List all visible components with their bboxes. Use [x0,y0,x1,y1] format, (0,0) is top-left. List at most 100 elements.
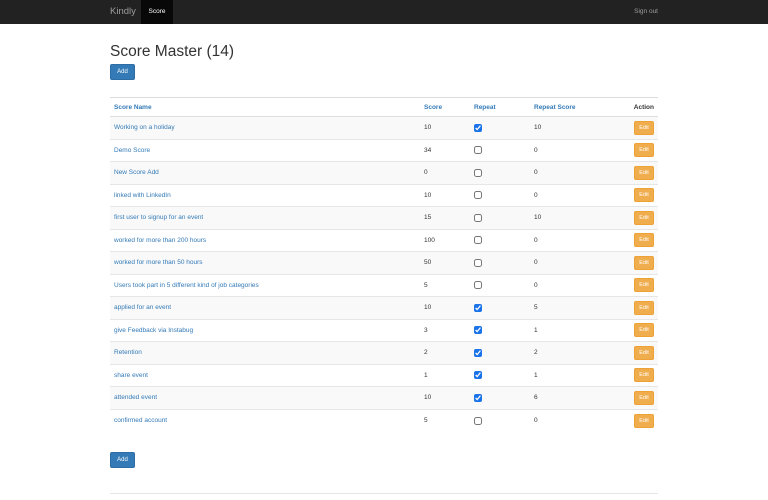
header-repeat[interactable]: Repeat [470,97,530,117]
repeat-checkbox[interactable] [474,371,482,380]
table-header-row: Score Name Score Repeat Repeat Score Act… [110,97,658,117]
repeat-score-value: 0 [530,138,620,162]
repeat-score-value: 0 [530,183,620,207]
add-score-button-top[interactable]: Add [110,64,135,80]
footer-divider [110,493,658,494]
repeat-score-value: 1 [530,363,620,387]
repeat-score-value: 0 [530,161,620,184]
score-value: 10 [420,386,470,409]
edit-button[interactable]: Edit [634,210,654,225]
brand-link[interactable]: Kindly [110,0,136,24]
score-value: 0 [420,161,470,184]
table-row: worked for more than 50 hours 50 0 Edit [110,251,658,274]
table-row: Demo Score 34 0 Edit [110,138,658,162]
edit-button[interactable]: Edit [634,188,654,203]
score-name-link[interactable]: give Feedback via Instabug [114,327,193,334]
repeat-score-value: 0 [530,273,620,297]
edit-button[interactable]: Edit [634,413,654,428]
add-score-button-bottom[interactable]: Add [110,452,135,468]
repeat-checkbox[interactable] [474,146,482,155]
score-name-link[interactable]: worked for more than 200 hours [114,237,206,244]
edit-button[interactable]: Edit [634,368,654,383]
score-value: 15 [420,206,470,229]
repeat-checkbox[interactable] [474,123,482,132]
repeat-checkbox[interactable] [474,326,482,335]
score-name-link[interactable]: applied for an event [114,304,171,311]
edit-button[interactable]: Edit [634,165,654,180]
score-value: 10 [420,183,470,207]
repeat-score-value: 10 [530,116,620,139]
table-row: applied for an event 10 5 Edit [110,296,658,319]
edit-button[interactable]: Edit [634,300,654,315]
repeat-checkbox[interactable] [474,281,482,290]
repeat-checkbox[interactable] [474,168,482,177]
repeat-score-value: 1 [530,318,620,342]
table-row: Working on a holiday 10 10 Edit [110,116,658,139]
table-row: New Score Add 0 0 Edit [110,161,658,184]
table-row: worked for more than 200 hours 100 0 Edit [110,228,658,252]
sign-out-link[interactable]: Sign out [634,0,658,24]
repeat-score-value: 0 [530,228,620,252]
score-name-link[interactable]: Users took part in 5 different kind of j… [114,282,259,289]
score-value: 10 [420,116,470,139]
repeat-score-value: 5 [530,296,620,319]
score-value: 2 [420,341,470,364]
score-name-link[interactable]: Demo Score [114,147,150,154]
score-value: 10 [420,296,470,319]
score-name-link[interactable]: New Score Add [114,169,159,176]
repeat-score-value: 2 [530,341,620,364]
repeat-checkbox[interactable] [474,303,482,312]
table-row: linked with LinkedIn 10 0 Edit [110,183,658,207]
header-action: Action [620,97,658,117]
edit-button[interactable]: Edit [634,120,654,135]
score-name-link[interactable]: confirmed account [114,417,167,424]
score-value: 3 [420,318,470,342]
score-value: 1 [420,363,470,387]
score-name-link[interactable]: Working on a holiday [114,124,175,131]
score-value: 50 [420,251,470,274]
repeat-checkbox[interactable] [474,348,482,357]
repeat-score-value: 6 [530,386,620,409]
score-value: 5 [420,408,470,432]
table-body: Working on a holiday 10 10 Edit Demo Score 34… [110,116,658,432]
repeat-score-value: 0 [530,408,620,432]
score-name-link[interactable]: linked with LinkedIn [114,192,171,199]
table-row: Users took part in 5 different kind of j… [110,273,658,297]
table-row: first user to signup for an event 15 10 Edi… [110,206,658,229]
nav-item-score[interactable]: Score [141,0,173,24]
edit-button[interactable]: Edit [634,278,654,293]
table-row: Retention 2 2 Edit [110,341,658,364]
repeat-score-value: 10 [530,206,620,229]
score-name-link[interactable]: share event [114,372,148,379]
repeat-checkbox[interactable] [474,191,482,200]
edit-button[interactable]: Edit [634,233,654,248]
header-score[interactable]: Score [420,97,470,117]
table-row: confirmed account 5 0 Edit [110,408,658,432]
edit-button[interactable]: Edit [634,390,654,405]
repeat-score-value: 0 [530,251,620,274]
score-name-link[interactable]: worked for more than 50 hours [114,259,203,266]
score-name-link[interactable]: Retention [114,349,142,356]
score-value: 34 [420,138,470,162]
edit-button[interactable]: Edit [634,255,654,270]
table-row: share event 1 1 Edit [110,363,658,387]
header-repeat-score[interactable]: Repeat Score [530,97,620,117]
edit-button[interactable]: Edit [634,143,654,158]
repeat-checkbox[interactable] [474,258,482,267]
navbar: Kindly Score Sign out [0,0,768,24]
repeat-checkbox[interactable] [474,236,482,245]
score-value: 5 [420,273,470,297]
repeat-checkbox[interactable] [474,213,482,222]
page-title: Score Master (14) [110,43,235,60]
header-score-name[interactable]: Score Name [110,97,420,117]
repeat-checkbox[interactable] [474,416,482,425]
table-row: attended event 10 6 Edit [110,386,658,409]
edit-button[interactable]: Edit [634,323,654,338]
score-value: 100 [420,228,470,252]
edit-button[interactable]: Edit [634,345,654,360]
score-table: Score Name Score Repeat Repeat Score Act… [110,97,658,432]
table-row: give Feedback via Instabug 3 1 Edit [110,318,658,342]
repeat-checkbox[interactable] [474,393,482,402]
score-name-link[interactable]: first user to signup for an event [114,214,203,221]
score-name-link[interactable]: attended event [114,394,157,401]
